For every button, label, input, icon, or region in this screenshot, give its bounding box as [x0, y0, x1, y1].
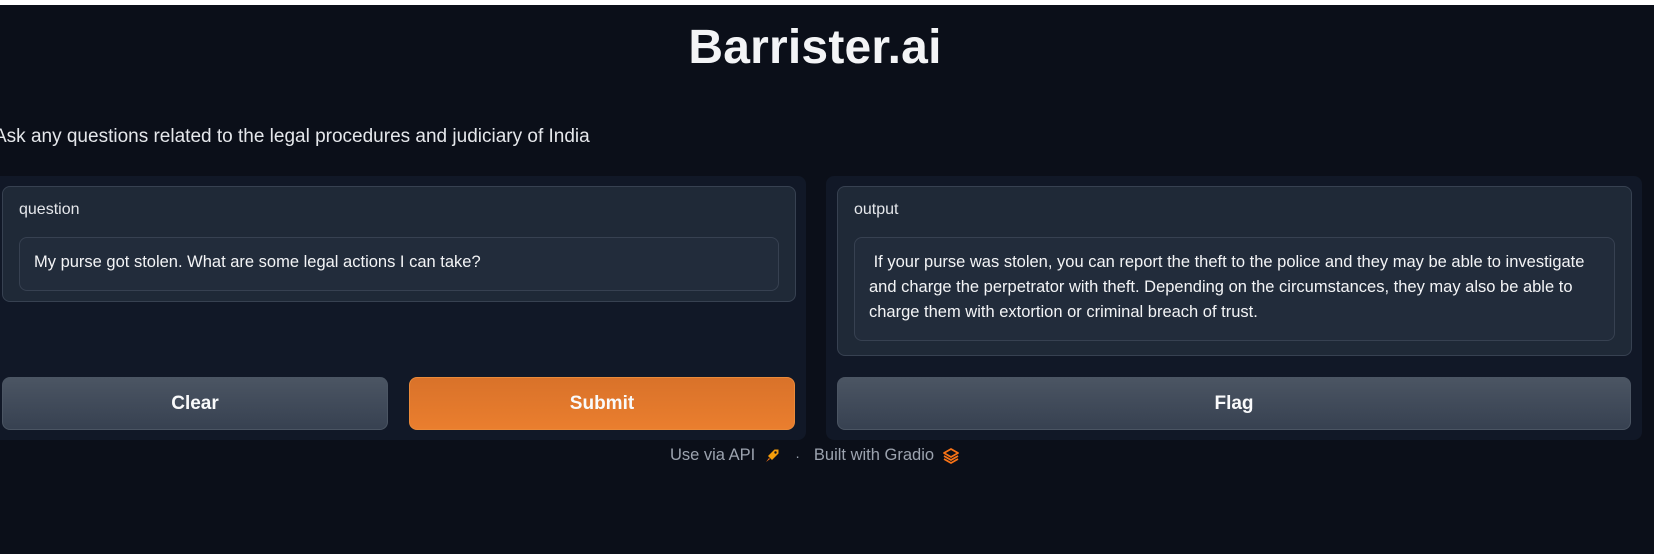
- top-border: [0, 0, 1654, 5]
- question-label: question: [19, 201, 80, 218]
- built-with-gradio-label: Built with Gradio: [813, 446, 935, 464]
- rocket-icon: [763, 447, 781, 465]
- page-description: Ask any questions related to the legal p…: [0, 126, 590, 147]
- output-label: output: [854, 201, 899, 218]
- question-input[interactable]: My purse got stolen. What are some legal…: [19, 237, 779, 291]
- submit-button[interactable]: Submit: [409, 377, 795, 430]
- flag-button[interactable]: Flag: [837, 377, 1631, 430]
- built-with-gradio-link[interactable]: Built with Gradio: [814, 446, 960, 465]
- use-via-api-link[interactable]: Use via API: [670, 446, 781, 465]
- footer-separator: ·: [795, 447, 800, 464]
- footer: Use via API · Built with Gradio: [0, 446, 1630, 465]
- gradio-logo-icon: [942, 447, 960, 465]
- page-title: Barrister.ai: [688, 21, 942, 74]
- question-block: question My purse got stolen. What are s…: [2, 186, 796, 302]
- output-textbox[interactable]: If your purse was stolen, you can report…: [854, 237, 1615, 341]
- clear-button[interactable]: Clear: [2, 377, 388, 430]
- use-via-api-label: Use via API: [669, 446, 756, 464]
- output-block: output If your purse was stolen, you can…: [837, 186, 1632, 356]
